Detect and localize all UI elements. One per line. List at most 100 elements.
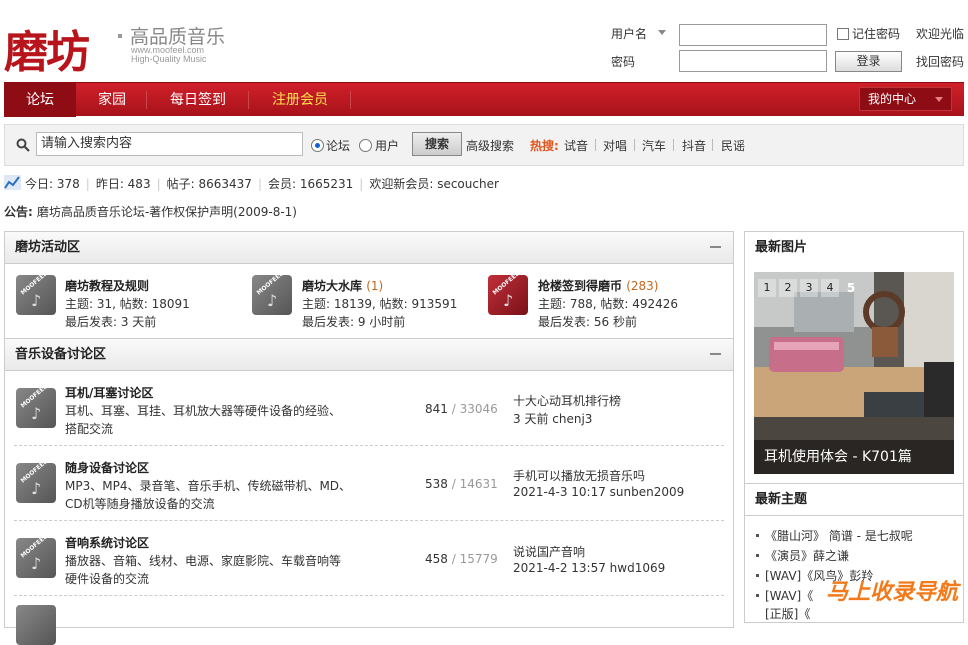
thread-count: 841 <box>425 402 448 416</box>
bullet <box>756 554 759 557</box>
bullet <box>756 574 759 577</box>
hot-search-item[interactable]: 汽车 <box>642 137 666 154</box>
forum-description: 硬件设备的交流 <box>65 572 150 586</box>
forum-name[interactable]: 磨坊大水库 <box>302 279 362 293</box>
forum-name[interactable]: 音响系统讨论区 <box>65 534 149 551</box>
hot-search-item[interactable]: 对唱 <box>603 137 627 154</box>
forum-name[interactable]: 耳机/耳塞讨论区 <box>65 384 153 401</box>
section-title: 最新图片 <box>745 232 963 264</box>
search-user-radio[interactable] <box>359 139 372 152</box>
hot-search-item[interactable]: 试音 <box>564 137 588 154</box>
forum-description: 搭配交流 <box>65 422 114 436</box>
forgot-password-link[interactable]: 找回密码 <box>916 53 964 70</box>
stat-new-member[interactable]: 欢迎新会员: secoucher <box>369 177 499 191</box>
main-nav: 论坛 家园 每日签到 注册会员 <box>4 82 964 117</box>
moofeel-icon[interactable]: MOOFEEL ♪ <box>16 383 56 428</box>
topic-link[interactable]: [正版]《 <box>765 605 810 622</box>
nav-daily-signin[interactable]: 每日签到 <box>150 83 246 117</box>
divider <box>673 139 674 151</box>
search-icon <box>16 138 30 152</box>
site-logo[interactable]: 磨坊 <box>4 16 90 80</box>
announcement-link[interactable]: 磨坊高品质音乐论坛-著作权保护声明(2009-8-1) <box>37 205 297 219</box>
section-title: 最新主题 <box>745 484 963 516</box>
forum-counts: 538 / 14631 <box>425 477 498 491</box>
image-page-4[interactable]: 4 <box>821 279 839 297</box>
nav-divider <box>146 91 147 109</box>
last-post-title[interactable]: 手机可以播放无损音乐吗 <box>513 467 645 484</box>
image-page-3[interactable]: 3 <box>800 279 818 297</box>
last-post-info: 2021-4-2 13:57 hwd1069 <box>513 561 666 575</box>
row-divider <box>14 520 724 521</box>
forum-stats: 主题: 18139, 帖数: 913591 <box>302 297 458 311</box>
forum-counts: 458 / 15779 <box>425 552 498 566</box>
last-post-title[interactable]: 说说国产音响 <box>513 543 585 560</box>
caret-down-icon <box>935 97 943 102</box>
forum-description: CD机等随身播放设备的交流 <box>65 497 215 511</box>
hot-search-item[interactable]: 抖音 <box>682 137 706 154</box>
moofeel-red-icon[interactable]: MOOFEEL ♪ <box>488 270 528 315</box>
nav-divider <box>248 91 249 109</box>
topic-link[interactable]: [WAV]《 <box>765 587 813 604</box>
divider <box>634 139 635 151</box>
moofeel-icon[interactable]: MOOFEEL ♪ <box>16 533 56 578</box>
watermark-text: 马上收录导航 <box>826 580 959 605</box>
stat-today: 今日: 378 <box>25 177 80 191</box>
section-title: 磨坊活动区 <box>5 232 733 264</box>
forum-counts: 841 / 33046 <box>425 402 498 416</box>
divider <box>712 139 713 151</box>
search-forum-radio[interactable] <box>311 139 324 152</box>
hot-search-item[interactable]: 民谣 <box>721 137 745 154</box>
image-page-5[interactable]: 5 <box>842 279 860 297</box>
logo-hq: High-Quality Music <box>131 54 207 64</box>
login-button[interactable]: 登录 <box>835 51 902 72</box>
nav-forum[interactable]: 论坛 <box>4 83 76 117</box>
welcome-text: 欢迎光临 <box>916 27 965 41</box>
search-user-label: 用户 <box>375 139 400 153</box>
forum-last-post: 最后发表: 3 天前 <box>65 315 157 329</box>
image-page-1[interactable]: 1 <box>758 279 776 297</box>
row-divider <box>14 595 724 596</box>
row-divider <box>14 445 724 446</box>
remember-checkbox[interactable] <box>837 28 849 40</box>
search-button[interactable]: 搜索 <box>412 132 462 156</box>
username-input[interactable] <box>679 24 827 46</box>
forum-description: 耳机、耳塞、耳挂、耳机放大器等硬件设备的经验、 <box>65 404 342 418</box>
topic-link[interactable]: 《演员》薛之谦 <box>765 547 849 564</box>
forum-name-row: 抢楼签到得磨币 (283) <box>538 277 658 294</box>
moofeel-icon[interactable]: MOOFEEL ♪ <box>16 458 56 503</box>
divider <box>595 139 596 151</box>
forum-name[interactable]: 磨坊教程及规则 <box>65 277 149 294</box>
nav-register[interactable]: 注册会员 <box>252 83 348 117</box>
collapse-icon[interactable] <box>710 353 721 355</box>
post-count: / 14631 <box>451 477 498 491</box>
image-page-2[interactable]: 2 <box>779 279 797 297</box>
password-input[interactable] <box>679 50 827 72</box>
last-post-title[interactable]: 十大心动耳机排行榜 <box>513 392 621 409</box>
forum-name[interactable]: 随身设备讨论区 <box>65 459 149 476</box>
search-forum-label: 论坛 <box>326 139 351 153</box>
nav-divider <box>350 91 351 109</box>
search-input[interactable]: 请输入搜索内容 <box>36 132 303 156</box>
today-count: (1) <box>366 279 384 293</box>
thread-count: 538 <box>425 477 448 491</box>
forum-name[interactable]: 抢楼签到得磨币 <box>538 279 622 293</box>
moofeel-icon[interactable]: MOOFEEL ♪ <box>252 270 292 315</box>
hot-search-label: 热搜: <box>530 139 559 153</box>
username-type-dropdown-icon[interactable] <box>658 30 666 35</box>
nav-home[interactable]: 家园 <box>78 83 146 117</box>
photo-caption[interactable]: 耳机使用体会 - K701篇 <box>754 440 954 474</box>
stat-yesterday: 昨日: 483 <box>95 177 151 191</box>
password-label: 密码 <box>611 55 636 69</box>
moofeel-icon[interactable] <box>16 605 56 645</box>
topic-link[interactable]: 《腊山河》 简谱 - 是七叔呢 <box>765 527 913 544</box>
advanced-search-link[interactable]: 高级搜索 <box>466 137 514 154</box>
announcement-label: 公告: <box>4 205 33 219</box>
collapse-icon[interactable] <box>710 246 721 248</box>
my-center-dropdown[interactable]: 我的中心 <box>859 87 952 111</box>
forum-stats: 主题: 788, 帖数: 492426 <box>538 297 679 311</box>
moofeel-icon[interactable]: MOOFEEL ♪ <box>16 270 56 315</box>
stats-chart-icon <box>4 175 21 190</box>
forum-description: 播放器、音箱、线材、电源、家庭影院、车载音响等 <box>65 554 342 568</box>
forum-stats: 主题: 31, 帖数: 18091 <box>65 297 190 311</box>
forum-description: MP3、MP4、录音笔、音乐手机、传统磁带机、MD、 <box>65 479 352 493</box>
